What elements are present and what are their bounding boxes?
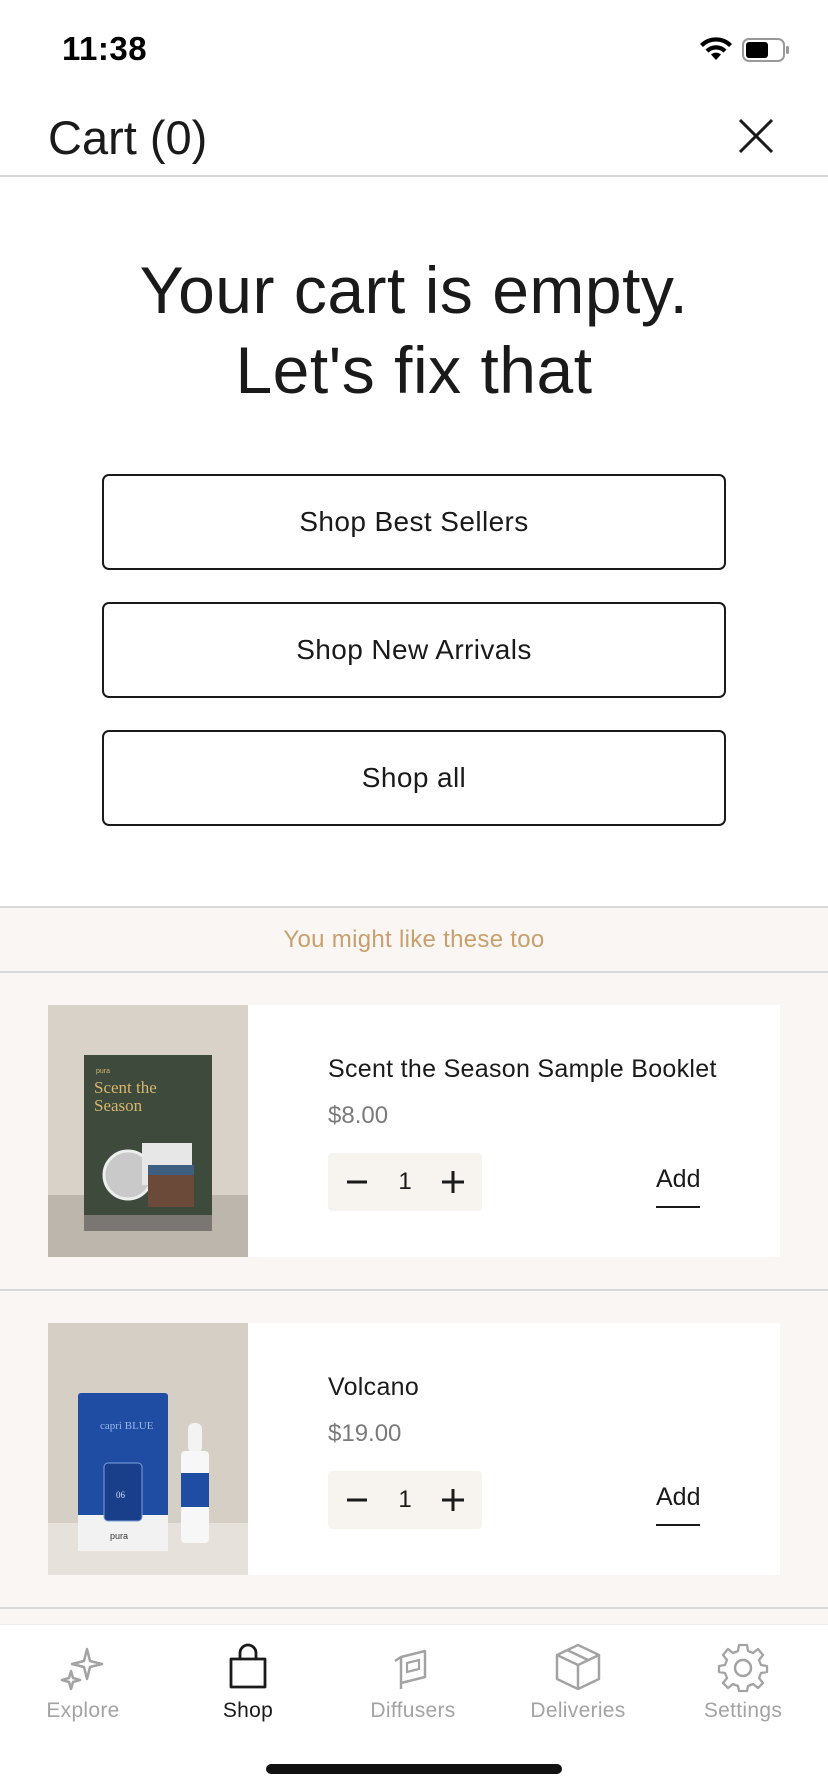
recommendations-heading: You might like these too (0, 906, 828, 973)
close-icon (738, 118, 774, 154)
tab-label: Shop (222, 1699, 274, 1722)
product-price: $8.00 (328, 1102, 389, 1129)
image-num-text: 06 (116, 1490, 126, 1500)
increase-quantity-button[interactable] (432, 1479, 474, 1521)
image-title-text-2: Season (94, 1096, 143, 1115)
decrease-quantity-button[interactable] (336, 1479, 378, 1521)
plus-icon (442, 1489, 464, 1511)
increase-quantity-button[interactable] (432, 1161, 474, 1203)
add-to-cart-button[interactable]: Add (656, 1483, 701, 1526)
sample-booklet-image: pura Scent the Season (48, 1005, 248, 1257)
minus-icon (347, 1498, 367, 1502)
gear-icon (717, 1643, 769, 1693)
tab-label: Explore (46, 1699, 120, 1722)
quantity-stepper: 1 (328, 1153, 482, 1211)
volcano-refill-image: capri BLUE 06 pura (48, 1323, 248, 1575)
product-price: $19.00 (328, 1420, 402, 1447)
decrease-quantity-button[interactable] (336, 1161, 378, 1203)
tab-label: Diffusers (370, 1699, 456, 1722)
product-name[interactable]: Volcano (328, 1373, 419, 1402)
tab-label: Settings (703, 1699, 783, 1722)
empty-title-line-1: Your cart is empty. (139, 253, 689, 327)
tab-deliveries[interactable]: Deliveries (503, 1641, 653, 1741)
image-brand-text: pura (96, 1068, 110, 1075)
recommendations-section: You might like these too pura Scent the … (0, 906, 828, 1626)
image-label-text: pura (110, 1531, 128, 1541)
home-indicator[interactable] (266, 1764, 562, 1774)
tab-diffusers[interactable]: Diffusers (338, 1641, 488, 1741)
tab-explore[interactable]: Explore (8, 1641, 158, 1741)
divider (0, 1607, 828, 1609)
divider (0, 1289, 828, 1291)
status-time: 11:38 (62, 30, 148, 67)
page-title: Cart (0) (48, 111, 208, 164)
image-title-text-1: Scent the (94, 1078, 157, 1097)
sparkles-icon (60, 1647, 104, 1691)
product-card[interactable]: capri BLUE 06 pura Volcano $19.00 1 Add (48, 1323, 780, 1575)
tab-settings[interactable]: Settings (668, 1641, 818, 1741)
shop-best-sellers-button[interactable]: Shop Best Sellers (102, 474, 726, 570)
shop-all-button[interactable]: Shop all (102, 730, 726, 826)
minus-icon (347, 1180, 367, 1184)
cart-header: Cart (0) (0, 96, 828, 177)
tab-shop[interactable]: Shop (173, 1641, 323, 1741)
wifi-icon (700, 37, 732, 60)
add-to-cart-button[interactable]: Add (656, 1165, 701, 1208)
package-icon (555, 1643, 601, 1691)
close-button[interactable] (730, 110, 782, 162)
plus-icon (442, 1171, 464, 1193)
product-image[interactable]: capri BLUE 06 pura (48, 1323, 248, 1575)
quantity-value: 1 (398, 1168, 412, 1195)
empty-title-line-2: Let's fix that (235, 333, 593, 407)
battery-icon (742, 38, 789, 62)
quantity-stepper: 1 (328, 1471, 482, 1529)
product-image[interactable]: pura Scent the Season (48, 1005, 248, 1257)
product-name[interactable]: Scent the Season Sample Booklet (328, 1055, 717, 1084)
diffuser-icon (394, 1649, 427, 1689)
status-bar: 11:38 (0, 0, 828, 96)
shop-new-arrivals-button[interactable]: Shop New Arrivals (102, 602, 726, 698)
tab-label: Deliveries (530, 1699, 626, 1722)
shopping-bag-icon (229, 1643, 267, 1689)
quantity-value: 1 (398, 1486, 412, 1513)
product-card[interactable]: pura Scent the Season Scent the Season S… (48, 1005, 780, 1257)
empty-cart-message: Your cart is empty. Let's fix that (0, 250, 828, 410)
image-brand-text: capri BLUE (100, 1420, 154, 1432)
